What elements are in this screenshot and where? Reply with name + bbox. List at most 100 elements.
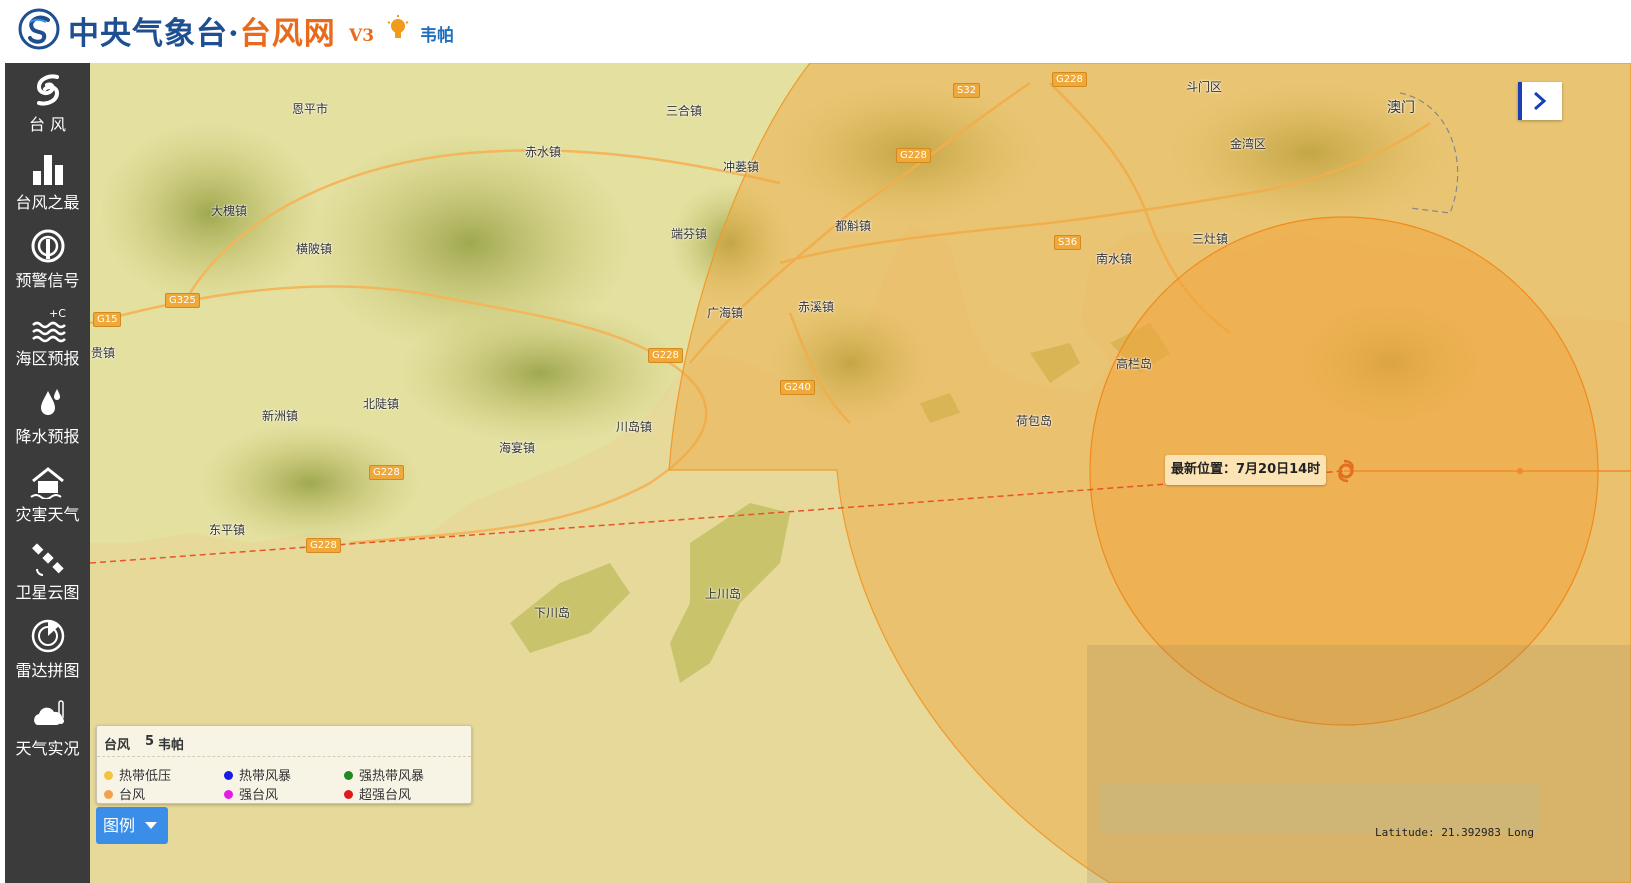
legend-dot <box>344 771 353 780</box>
sidebar-item-satellite[interactable]: 卫星云图 <box>5 531 90 607</box>
caret-down-icon <box>145 822 157 829</box>
legend-item-severe-typhoon: 强台风 <box>224 784 278 803</box>
sidebar-item-label: 雷达拼图 <box>15 661 80 680</box>
place-label: 金湾区 <box>1230 137 1267 151</box>
legend-panel: 台风 5 韦帕 热带低压 热带风暴 强热带风暴 台风 强台风 超强台风 <box>96 725 472 804</box>
legend-dot <box>224 771 233 780</box>
road-shield: G228 <box>306 538 341 553</box>
site-title-main: 中央气象台· <box>68 16 240 52</box>
legend-dot <box>104 790 113 799</box>
place-label: 斗门区 <box>1186 80 1223 94</box>
legend-item-super-typhoon: 超强台风 <box>344 784 411 803</box>
sidebar: 台 风 台风之最 预警信号 +C 海区预报 降水预报 灾害天气 卫星云图 雷达拼… <box>5 63 90 883</box>
legend-label: 强台风 <box>239 788 279 803</box>
sidebar-item-radar[interactable]: 雷达拼图 <box>5 609 90 685</box>
place-label: 海宴镇 <box>499 441 536 455</box>
sidebar-item-precipitation[interactable]: 降水预报 <box>5 375 90 451</box>
place-label: 东平镇 <box>209 523 246 537</box>
place-label: 贵镇 <box>91 346 116 360</box>
overlay-band <box>1087 645 1631 883</box>
sea-forecast-icon: +C <box>32 307 66 343</box>
legend-toggle-label: 图例 <box>103 816 136 835</box>
typhoon-icon <box>36 74 60 106</box>
current-typhoon-link[interactable]: 韦帕 <box>420 21 454 46</box>
legend-item-tropical-depression: 热带低压 <box>104 765 171 784</box>
legend-dot <box>344 790 353 799</box>
place-label: 赤溪镇 <box>798 300 835 314</box>
road-shield: G240 <box>780 380 815 395</box>
legend-header: 台风 5 韦帕 <box>97 726 471 757</box>
satellite-icon <box>32 543 64 576</box>
place-label: 赤水镇 <box>525 145 562 159</box>
place-label: 恩平市 <box>292 102 329 116</box>
legend-label: 台风 <box>119 788 146 803</box>
place-label: 端芬镇 <box>671 227 708 241</box>
radar-icon <box>31 619 65 653</box>
coordinates-readout: Latitude: 21.392983 Long <box>1375 826 1534 839</box>
place-label: 北陡镇 <box>363 397 400 411</box>
place-label: 广海镇 <box>707 306 744 320</box>
legend-typhoon-name: 韦帕 <box>158 738 185 753</box>
lightbulb-icon <box>387 15 409 38</box>
place-label: 南水镇 <box>1096 252 1133 266</box>
legend-item-severe-tropical-storm: 强热带风暴 <box>344 765 424 784</box>
place-label: 荷包岛 <box>1016 414 1053 428</box>
place-label: 冲蒌镇 <box>723 160 760 174</box>
road-shield: G228 <box>648 348 683 363</box>
road-shield: G325 <box>165 293 200 308</box>
place-label: 大槐镇 <box>211 204 248 218</box>
place-label: 下川岛 <box>534 606 571 620</box>
sidebar-item-sea-forecast[interactable]: +C 海区预报 <box>5 297 90 373</box>
sidebar-item-label: 台 风 <box>28 115 67 134</box>
weather-observation-icon <box>34 700 64 725</box>
road-shield: G228 <box>1052 72 1087 87</box>
sidebar-item-label: 海区预报 <box>15 349 80 368</box>
place-label: 澳门 <box>1387 100 1415 116</box>
version-label: V3 <box>349 26 375 46</box>
place-label: 高栏岛 <box>1116 357 1153 371</box>
sidebar-item-label: 灾害天气 <box>15 505 80 524</box>
legend-dot <box>224 790 233 799</box>
legend-toggle-button[interactable]: 图例 <box>96 807 168 844</box>
header: 中央气象台·台风网 V3 韦帕 <box>0 0 1631 63</box>
place-label: 都斛镇 <box>835 219 872 233</box>
road-shield: G15 <box>93 312 122 327</box>
rain-drop-icon <box>41 389 60 415</box>
place-label: 川岛镇 <box>616 420 653 434</box>
site-title[interactable]: 中央气象台·台风网 <box>68 8 336 53</box>
site-title-accent: 台风网 <box>239 16 336 52</box>
road-shield: S36 <box>1054 235 1082 250</box>
track-point[interactable] <box>1517 468 1523 474</box>
legend-label: 热带风暴 <box>239 769 292 784</box>
latest-position-tooltip: 最新位置：7月20日14时 <box>1165 455 1327 485</box>
warning-signal-icon <box>31 229 65 263</box>
sidebar-item-label: 降水预报 <box>15 427 80 446</box>
map-view[interactable]: 恩平市 三合镇 赤水镇 大槐镇 横陂镇 冲蒌镇 端芬镇 都斛镇 广海镇 赤溪镇 … <box>90 63 1631 883</box>
road-shield: G228 <box>896 148 931 163</box>
sidebar-item-weather-observation[interactable]: 天气实况 <box>5 687 90 763</box>
sidebar-item-label: 卫星云图 <box>15 583 80 602</box>
sidebar-item-typhoon-records[interactable]: 台风之最 <box>5 141 90 217</box>
place-label: 横陂镇 <box>296 242 333 256</box>
place-label: 上川岛 <box>705 587 742 601</box>
legend-dot <box>104 771 113 780</box>
legend-label: 强热带风暴 <box>359 769 425 784</box>
legend-label: 超强台风 <box>359 788 412 803</box>
sidebar-item-warning-signal[interactable]: 预警信号 <box>5 219 90 295</box>
disaster-house-icon <box>30 467 64 499</box>
place-label: 三合镇 <box>666 104 703 118</box>
legend-item-tropical-storm: 热带风暴 <box>224 765 291 784</box>
sidebar-item-typhoon[interactable]: 台 风 <box>5 63 90 139</box>
bar-chart-icon <box>33 155 63 185</box>
legend-item-typhoon: 台风 <box>104 784 145 803</box>
legend-category: 台风 <box>104 738 131 753</box>
chevron-right-icon <box>1534 91 1547 111</box>
sidebar-item-disaster-weather[interactable]: 灾害天气 <box>5 453 90 529</box>
legend-label: 热带低压 <box>119 769 172 784</box>
place-label: 新洲镇 <box>262 409 299 423</box>
legend-number: 5 <box>145 734 155 749</box>
road-shield: G228 <box>369 465 404 480</box>
sidebar-item-label: 预警信号 <box>15 271 80 290</box>
sidebar-item-label: 台风之最 <box>15 193 80 212</box>
expand-panel-button[interactable] <box>1518 82 1562 120</box>
